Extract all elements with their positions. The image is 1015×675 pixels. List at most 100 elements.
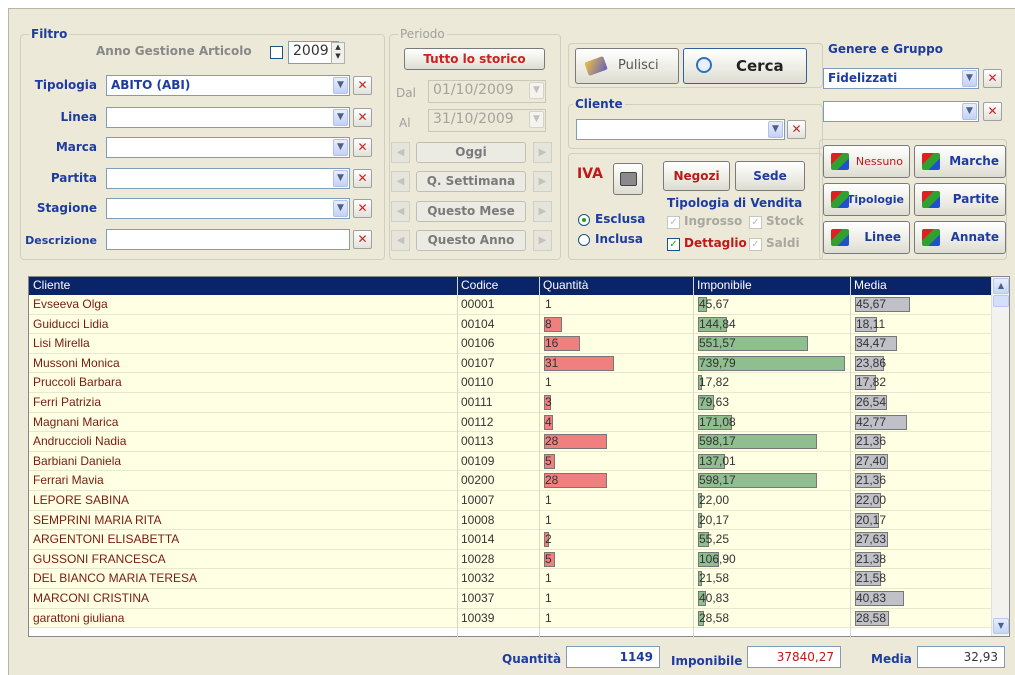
sede-button[interactable]: Sede bbox=[735, 161, 805, 191]
stagione-combo[interactable]: ▼ bbox=[106, 198, 350, 219]
chevron-down-icon[interactable]: ▼ bbox=[962, 70, 977, 87]
al-date-field[interactable]: 31/10/2009 ▼ bbox=[428, 109, 546, 132]
esclusa-label: Esclusa bbox=[595, 212, 646, 226]
table-row[interactable]: Magnani Marica 00112 4 171,08 42,77 bbox=[29, 412, 991, 433]
partita-combo[interactable]: ▼ bbox=[106, 168, 350, 189]
settimana-prev-button[interactable]: ◀ bbox=[391, 171, 410, 192]
cell-imponibile: 20,17 bbox=[699, 512, 730, 527]
table-row[interactable]: Lisi Mirella 00106 16 551,57 34,47 bbox=[29, 334, 991, 354]
header-imponibile[interactable]: Imponibile bbox=[697, 278, 752, 292]
gruppo-clear-button[interactable]: ✕ bbox=[983, 102, 1002, 121]
cliente-combo[interactable]: ▼ bbox=[576, 119, 785, 140]
chevron-down-icon[interactable]: ▼ bbox=[768, 121, 783, 138]
spin-down-icon[interactable]: ▼ bbox=[332, 52, 344, 61]
table-row[interactable]: SEMPRINI MARIA RITA 10008 1 20,17 20,17 bbox=[29, 510, 991, 531]
settimana-next-button[interactable]: ▶ bbox=[533, 171, 552, 192]
table-row[interactable]: LEPORE SABINA 10007 1 22,00 22,00 bbox=[29, 491, 991, 511]
negozi-button[interactable]: Negozi bbox=[663, 161, 730, 191]
cell-codice: 00200 bbox=[461, 473, 495, 488]
nessuno-button[interactable]: Nessuno bbox=[823, 145, 910, 178]
linee-button[interactable]: Linee bbox=[823, 221, 910, 254]
chevron-down-icon[interactable]: ▼ bbox=[529, 82, 544, 99]
anno-button[interactable]: Questo Anno bbox=[416, 230, 526, 251]
mese-button[interactable]: Questo Mese bbox=[416, 201, 526, 222]
chevron-down-icon[interactable]: ▼ bbox=[333, 109, 348, 126]
spin-up-icon[interactable]: ▲ bbox=[332, 43, 344, 52]
table-row[interactable]: GUSSONI FRANCESCA 10028 5 106,90 21,38 bbox=[29, 549, 991, 570]
gruppo-combo[interactable]: ▼ bbox=[823, 101, 979, 122]
linea-combo[interactable]: ▼ bbox=[106, 107, 350, 128]
genere-clear-button[interactable]: ✕ bbox=[983, 69, 1002, 88]
tipologia-clear-button[interactable]: ✕ bbox=[353, 76, 372, 95]
table-row[interactable]: Andruccioli Nadia 00113 28 598,17 21,36 bbox=[29, 432, 991, 452]
header-quantita[interactable]: Quantità bbox=[543, 278, 588, 292]
genere-combo[interactable]: Fidelizzati ▼ bbox=[823, 68, 979, 89]
settimana-button[interactable]: Q. Settimana bbox=[416, 171, 526, 192]
table-row[interactable]: Ferrari Mavia 00200 28 598,17 21,36 bbox=[29, 471, 991, 491]
anno-next-button[interactable]: ▶ bbox=[533, 230, 552, 251]
table-row[interactable]: Pruccoli Barbara 00110 1 17,82 17,82 bbox=[29, 373, 991, 393]
annate-button[interactable]: Annate bbox=[914, 221, 1006, 254]
chevron-down-icon[interactable]: ▼ bbox=[333, 77, 348, 94]
chevron-down-icon[interactable]: ▼ bbox=[333, 139, 348, 156]
chevron-down-icon[interactable]: ▼ bbox=[333, 200, 348, 217]
dettaglio-checkbox[interactable]: ✓ bbox=[667, 238, 680, 251]
stock-checkbox[interactable]: ✓ bbox=[749, 216, 762, 229]
chevron-down-icon[interactable]: ▼ bbox=[333, 170, 348, 187]
header-media[interactable]: Media bbox=[854, 278, 887, 292]
marca-clear-button[interactable]: ✕ bbox=[353, 138, 372, 157]
mese-next-button[interactable]: ▶ bbox=[533, 201, 552, 222]
oggi-next-button[interactable]: ▶ bbox=[533, 142, 552, 163]
close-icon: ✕ bbox=[357, 78, 368, 92]
dal-date-field[interactable]: 01/10/2009 ▼ bbox=[428, 80, 546, 103]
anno-prev-button[interactable]: ◀ bbox=[391, 230, 410, 251]
scroll-thumb[interactable] bbox=[993, 295, 1009, 307]
ingrosso-checkbox[interactable]: ✓ bbox=[667, 216, 680, 229]
mese-prev-button[interactable]: ◀ bbox=[391, 201, 410, 222]
scroll-up-icon[interactable]: ▲ bbox=[993, 278, 1009, 294]
anno-gestione-checkbox[interactable] bbox=[270, 46, 283, 59]
table-row[interactable]: ARGENTONI ELISABETTA 10014 2 55,25 27,63 bbox=[29, 530, 991, 550]
chevron-down-icon[interactable]: ▼ bbox=[962, 103, 977, 120]
tipologie-button[interactable]: Tipologie bbox=[823, 183, 910, 216]
table-row[interactable]: Mussoni Monica 00107 31 739,79 23,86 bbox=[29, 353, 991, 374]
descrizione-clear-button[interactable]: ✕ bbox=[353, 230, 372, 249]
partite-button[interactable]: Partite bbox=[914, 183, 1006, 216]
descrizione-input[interactable] bbox=[106, 229, 350, 250]
table-row[interactable]: Evseeva Olga 00001 1 45,67 45,67 bbox=[29, 295, 991, 315]
cerca-button[interactable]: Cerca bbox=[683, 48, 807, 84]
cell-imponibile: 106,90 bbox=[699, 551, 736, 566]
chevron-down-icon[interactable]: ▼ bbox=[529, 111, 544, 128]
anno-spinner[interactable]: ▲ ▼ bbox=[331, 42, 345, 64]
saldi-checkbox[interactable]: ✓ bbox=[749, 238, 762, 251]
partita-clear-button[interactable]: ✕ bbox=[353, 169, 372, 188]
oggi-button[interactable]: Oggi bbox=[416, 142, 526, 163]
table-row[interactable]: Ferri Patrizia 00111 3 79,63 26,54 bbox=[29, 393, 991, 413]
cell-codice: 00111 bbox=[461, 395, 493, 409]
scroll-down-icon[interactable]: ▼ bbox=[993, 618, 1009, 634]
header-cliente[interactable]: Cliente bbox=[33, 278, 70, 292]
table-row[interactable]: Barbiani Daniela 00109 5 137,01 27,40 bbox=[29, 451, 991, 472]
marca-combo[interactable]: ▼ bbox=[106, 137, 350, 158]
tutto-lo-storico-button[interactable]: Tutto lo storico bbox=[404, 48, 545, 70]
inclusa-radio[interactable] bbox=[578, 234, 590, 246]
header-codice[interactable]: Codice bbox=[461, 278, 498, 292]
linea-clear-button[interactable]: ✕ bbox=[353, 108, 372, 127]
camera-button[interactable] bbox=[613, 163, 643, 195]
cell-quantita: 4 bbox=[545, 414, 552, 429]
pulisci-button[interactable]: Pulisci bbox=[575, 48, 679, 84]
oggi-prev-button[interactable]: ◀ bbox=[391, 142, 410, 163]
vertical-scrollbar[interactable]: ▲ ▼ bbox=[991, 277, 1009, 636]
table-row[interactable]: DEL BIANCO MARIA TERESA 10032 1 21,58 21,58 bbox=[29, 569, 991, 589]
table-row[interactable]: garattoni giuliana 10039 1 28,58 28,58 bbox=[29, 608, 991, 629]
esclusa-radio[interactable] bbox=[578, 214, 590, 226]
cliente-clear-button[interactable]: ✕ bbox=[787, 120, 806, 139]
tipologia-combo[interactable]: ABITO (ABI) ▼ bbox=[106, 75, 350, 96]
cell-media: 21,36 bbox=[856, 473, 887, 488]
table-row[interactable]: MARCONI CRISTINA 10037 1 40,83 40,83 bbox=[29, 589, 991, 609]
column-divider bbox=[539, 277, 540, 638]
stagione-clear-button[interactable]: ✕ bbox=[353, 199, 372, 218]
cell-codice: 00104 bbox=[461, 316, 495, 331]
table-row[interactable]: Guiducci Lidia 00104 8 144,84 18,11 bbox=[29, 314, 991, 335]
marche-button[interactable]: Marche bbox=[914, 145, 1006, 178]
